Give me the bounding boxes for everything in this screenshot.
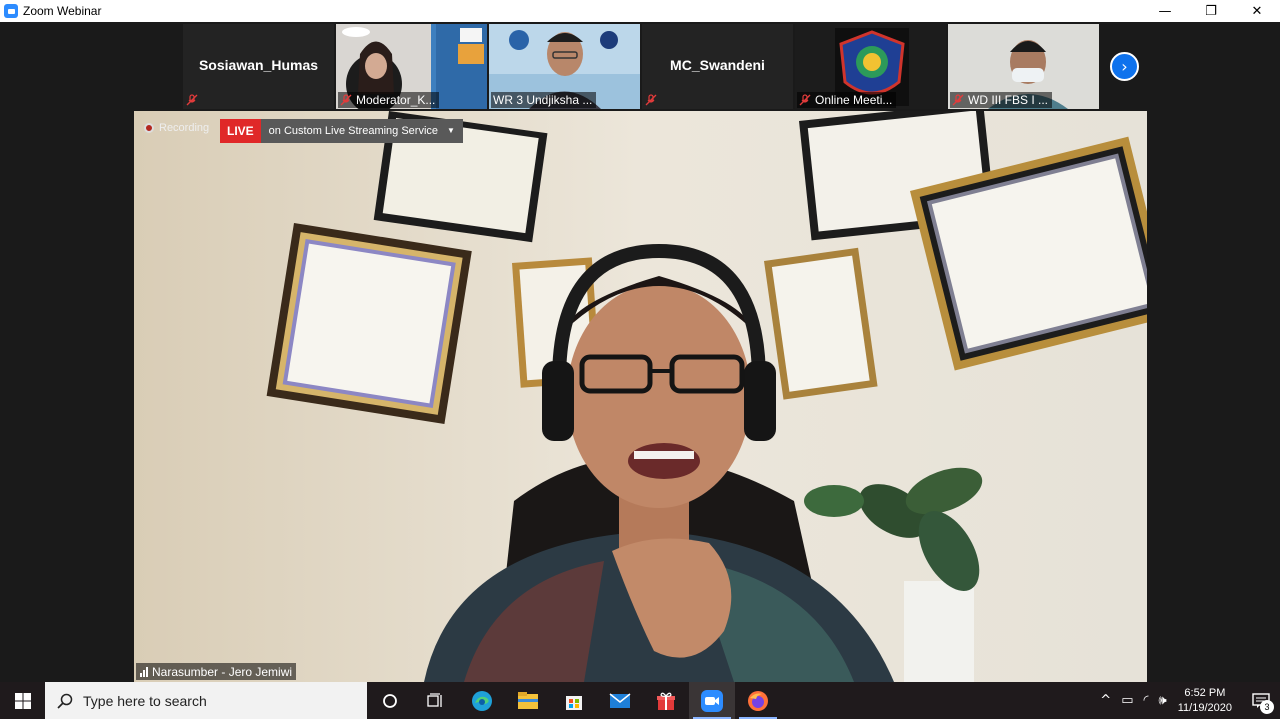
folder-icon: [518, 691, 538, 709]
participant-video-tile[interactable]: Online Meeti...: [795, 24, 946, 109]
taskbar-app-zoom[interactable]: [689, 682, 735, 719]
minimize-button[interactable]: —: [1142, 0, 1188, 22]
taskbar-app-file-explorer[interactable]: [505, 682, 551, 719]
close-button[interactable]: ✕: [1234, 0, 1280, 22]
task-view-icon: [427, 692, 442, 707]
chevron-up-icon[interactable]: ^: [1100, 693, 1111, 708]
participant-label: Online Meeti...: [797, 92, 897, 108]
live-service-label: on Custom Live Streaming Service: [268, 125, 439, 137]
taskbar-clock[interactable]: 6:52 PM 11/19/2020: [1178, 686, 1232, 716]
windows-logo-icon: [14, 692, 31, 709]
participant-video-tile[interactable]: WR 3 Undjiksha ...: [489, 24, 640, 109]
cortana-button[interactable]: [367, 682, 413, 719]
window-controls: — ❐ ✕: [1142, 0, 1280, 22]
recording-label: Recording: [159, 122, 210, 134]
cortana-icon: [383, 693, 397, 708]
wifi-icon[interactable]: ◜: [1144, 693, 1149, 708]
participant-label: WD III FBS I ...: [950, 92, 1053, 108]
participant-video-tile[interactable]: Moderator_K...: [336, 24, 487, 109]
speaker-video-image: [134, 111, 1147, 682]
action-center-button[interactable]: 3: [1242, 682, 1280, 719]
mic-muted-icon: [340, 94, 352, 106]
search-placeholder: Type here to search: [83, 692, 207, 709]
zoom-icon: [701, 689, 723, 712]
restore-button[interactable]: ❐: [1188, 0, 1234, 22]
live-badge: LIVE: [220, 119, 261, 143]
clock-time: 6:52 PM: [1184, 686, 1226, 699]
speaker-name: Narasumber - Jero Jemiwi: [152, 664, 293, 679]
participant-name: Moderator_K...: [356, 93, 436, 107]
task-view-button[interactable]: [413, 682, 459, 719]
taskbar-app-mail[interactable]: [597, 682, 643, 719]
participant-tile[interactable]: MC_Swandeni: [642, 24, 793, 109]
taskbar-app-store[interactable]: [551, 682, 597, 719]
participant-name: WD III FBS I ...: [968, 93, 1049, 107]
start-button[interactable]: [0, 682, 45, 719]
battery-icon[interactable]: ▭: [1121, 693, 1133, 708]
zoom-app-icon: [4, 4, 18, 18]
mic-muted-icon: [952, 94, 964, 106]
active-speaker-video: Recording LIVE on Custom Live Streaming …: [134, 111, 1147, 682]
participant-thumbnail-strip: Sosiawan_Humas Moderator_K... WR 3 Undji…: [183, 24, 1099, 111]
participant-name: Sosiawan_Humas: [198, 57, 319, 73]
volume-icon[interactable]: 🕪: [1159, 693, 1167, 708]
participant-name: WR 3 Undjiksha ...: [493, 93, 593, 107]
participant-tile[interactable]: Sosiawan_Humas: [183, 24, 334, 109]
edge-icon: [472, 690, 492, 711]
participant-label: Moderator_K...: [338, 92, 440, 108]
system-tray: ^ ▭ ◜ 🕪 6:52 PM 11/19/2020 3: [1095, 682, 1280, 719]
windows-taskbar: Type here to search ^ ▭ ◜ 🕪 6:52 PM 11/1…: [0, 682, 1280, 719]
taskbar-app-firefox[interactable]: [735, 682, 781, 719]
store-icon: [566, 695, 582, 710]
taskbar-app-gift[interactable]: [643, 682, 689, 719]
zoom-app-area: Sosiawan_Humas Moderator_K... WR 3 Undji…: [0, 22, 1280, 682]
chevron-right-icon: ›: [1121, 57, 1128, 76]
recording-indicator[interactable]: Recording: [144, 122, 209, 134]
taskbar-search-box[interactable]: Type here to search: [45, 682, 367, 719]
record-dot-icon: [144, 123, 154, 133]
participant-name: Online Meeti...: [815, 93, 893, 107]
mic-muted-icon: [186, 94, 198, 106]
firefox-icon: [748, 690, 768, 711]
mic-muted-icon: [645, 94, 657, 106]
caret-down-icon: ▼: [447, 126, 455, 135]
participant-video-tile[interactable]: WD III FBS I ...: [948, 24, 1099, 109]
live-stream-status[interactable]: LIVE on Custom Live Streaming Service ▼: [220, 119, 463, 143]
mail-icon: [609, 692, 631, 708]
next-page-button[interactable]: ›: [1110, 52, 1139, 81]
search-icon: [57, 693, 73, 709]
signal-strength-icon: [140, 666, 148, 677]
active-speaker-label: Narasumber - Jero Jemiwi: [136, 663, 297, 680]
taskbar-app-edge[interactable]: [459, 682, 505, 719]
window-title: Zoom Webinar: [23, 4, 102, 18]
participant-label: WR 3 Undjiksha ...: [491, 92, 597, 108]
live-service-dropdown[interactable]: on Custom Live Streaming Service ▼: [260, 119, 463, 143]
gift-icon: [657, 692, 675, 710]
notification-count: 3: [1260, 700, 1274, 714]
participant-name: MC_Swandeni: [670, 57, 765, 73]
clock-date: 11/19/2020: [1177, 701, 1232, 714]
title-bar: Zoom Webinar — ❐ ✕: [0, 0, 1280, 22]
mic-muted-icon: [799, 94, 811, 106]
